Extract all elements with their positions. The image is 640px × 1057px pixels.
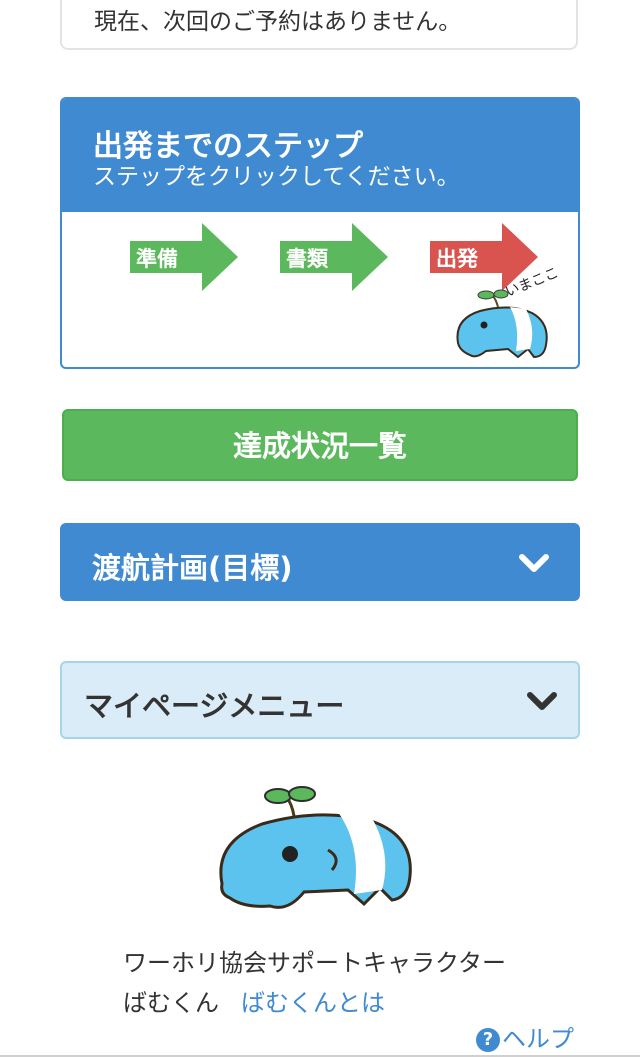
mascot-name-line: ばむくん ばむくんとは <box>123 983 385 1018</box>
about-mascot-link[interactable]: ばむくんとは <box>241 989 385 1017</box>
mascot-bamukun-image <box>219 786 412 909</box>
travel-plan-accordion[interactable]: 渡航計画(目標) <box>60 523 580 601</box>
mascot-caption: ワーホリ協会サポートキャラクター <box>123 949 507 977</box>
help-label: ヘルプ <box>502 1025 574 1053</box>
departure-steps-card: 出発までのステップ ステップをクリックしてください。 準備 書類 出発 いまここ <box>60 97 580 369</box>
step-label: 書類 <box>286 247 328 271</box>
mypage-menu-accordion[interactable]: マイページメニュー <box>60 661 580 739</box>
step-label: 準備 <box>136 247 178 271</box>
step-preparation[interactable]: 準備 <box>130 223 238 291</box>
mascot-small-image <box>456 289 548 359</box>
chevron-down-icon <box>519 554 549 572</box>
mascot-name: ばむくん <box>123 989 219 1017</box>
steps-header: 出発までのステップ ステップをクリックしてください。 <box>62 99 578 212</box>
step-label: 出発 <box>436 247 478 271</box>
mypage-menu-label: マイページメニュー <box>84 689 345 723</box>
reservation-text: 現在、次回のご予約はありません。 <box>94 9 462 35</box>
help-link[interactable]: ? ヘルプ <box>476 1019 574 1054</box>
question-circle-icon: ? <box>476 1028 500 1052</box>
chevron-down-icon <box>527 692 557 710</box>
progress-list-button[interactable]: 達成状況一覧 <box>62 409 578 481</box>
reservation-notice: 現在、次回のご予約はありません。 <box>60 0 578 50</box>
travel-plan-label: 渡航計画(目標) <box>92 551 293 585</box>
step-documents[interactable]: 書類 <box>280 223 388 291</box>
steps-subtitle: ステップをクリックしてください。 <box>93 164 460 190</box>
